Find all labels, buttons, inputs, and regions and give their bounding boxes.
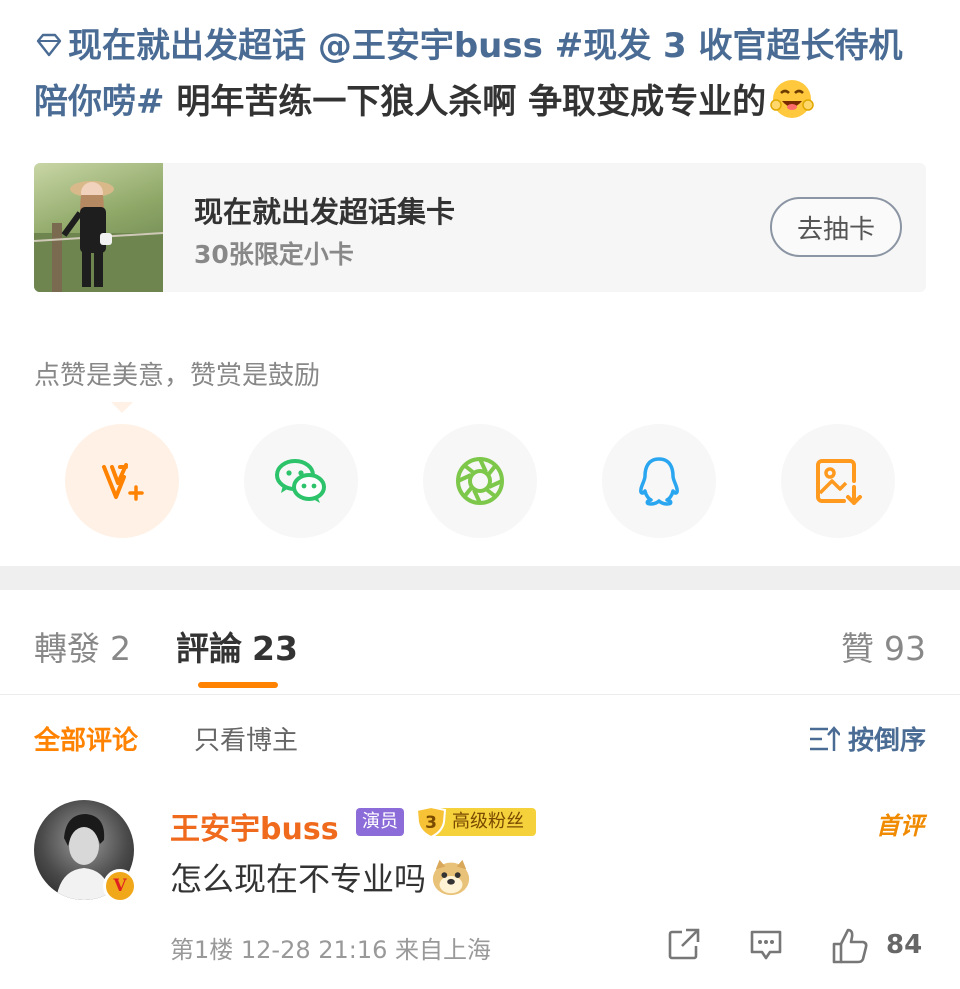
reward-icon — [102, 463, 144, 501]
topic-card[interactable]: 现在就出发超话集卡 30张限定小卡 去抽卡 — [34, 163, 926, 292]
wechat-icon — [275, 459, 326, 503]
doge-emoji-icon — [432, 859, 470, 896]
post-body: 明年苦练一下狼人杀啊 争取变成专业的 — [164, 82, 767, 122]
reward-button[interactable] — [65, 424, 179, 538]
like-thumb-icon[interactable] — [830, 926, 870, 966]
share-qq-button[interactable] — [602, 424, 716, 538]
moments-icon — [456, 457, 504, 505]
qq-icon — [639, 457, 679, 506]
section-divider — [0, 566, 960, 590]
tab-like-label: 贊 — [841, 629, 874, 668]
laughing-emoji-icon — [770, 80, 814, 118]
comment-actions: 84 — [666, 926, 926, 966]
tab-like-count: 93 — [884, 629, 926, 668]
post-tabs: 轉發 2 評論 23 贊 93 — [0, 590, 960, 695]
card-title: 现在就出发超话集卡 — [194, 195, 456, 229]
topic-link[interactable]: 现在就出发超话 — [68, 26, 306, 66]
super-topic-icon — [36, 33, 62, 57]
fan-level-number: 3 — [425, 813, 437, 833]
verified-badge-icon: V — [103, 869, 137, 903]
share-wechat-button[interactable] — [244, 424, 358, 538]
comment-item: V 王安宇buss 演员 高级粉丝 3 首评 怎么现在不专业吗 第1楼 12-2… — [0, 796, 960, 989]
hint-arrow — [111, 402, 133, 413]
mention-link[interactable]: @王安宇buss — [318, 26, 543, 66]
post-text: 现在就出发超话 @王安宇buss #现发 3 收官超长待机陪你唠# 明年苦练一下… — [34, 18, 934, 130]
sort-label: 按倒序 — [847, 726, 926, 756]
comment-filters: 全部评论 只看博主 按倒序 — [0, 716, 960, 762]
tab-repost-label: 轉發 — [34, 629, 100, 668]
comment-username[interactable]: 王安宇buss — [170, 804, 339, 848]
active-tab-indicator — [198, 682, 278, 688]
reward-hint: 点赞是美意，赞赏是鼓励 — [34, 361, 321, 391]
card-thumbnail — [34, 163, 164, 292]
tab-comment-label: 評論 — [176, 629, 242, 668]
reply-icon[interactable] — [748, 926, 784, 962]
save-image-button[interactable] — [781, 424, 895, 538]
save-image-icon — [816, 459, 862, 505]
tab-repost[interactable]: 轉發 2 — [34, 622, 131, 670]
filter-all-comments[interactable]: 全部评论 — [34, 720, 138, 757]
tab-repost-count: 2 — [110, 629, 131, 668]
comment-text: 怎么现在不专业吗 — [170, 854, 472, 900]
card-subtitle: 30张限定小卡 — [194, 240, 354, 269]
share-moments-button[interactable] — [423, 424, 537, 538]
tab-comment[interactable]: 評論 23 — [176, 622, 298, 670]
tab-like[interactable]: 贊 93 — [841, 622, 926, 670]
role-tag: 演员 — [356, 808, 404, 836]
filter-author-only[interactable]: 只看博主 — [194, 720, 298, 757]
comment-meta: 第1楼 12-28 21:16 来自上海 — [170, 936, 492, 964]
sort-icon — [809, 725, 840, 751]
share-icon[interactable] — [666, 926, 702, 962]
share-row — [0, 424, 960, 538]
like-count: 84 — [886, 930, 923, 960]
draw-card-button[interactable]: 去抽卡 — [770, 197, 902, 257]
fan-level-shield-icon: 3 — [415, 806, 447, 838]
person-photo-icon — [34, 181, 164, 292]
first-comment-badge: 首评 — [876, 812, 924, 840]
sort-button[interactable]: 按倒序 — [808, 720, 926, 757]
comment-body: 怎么现在不专业吗 — [170, 860, 427, 898]
tab-comment-count: 23 — [252, 629, 298, 668]
